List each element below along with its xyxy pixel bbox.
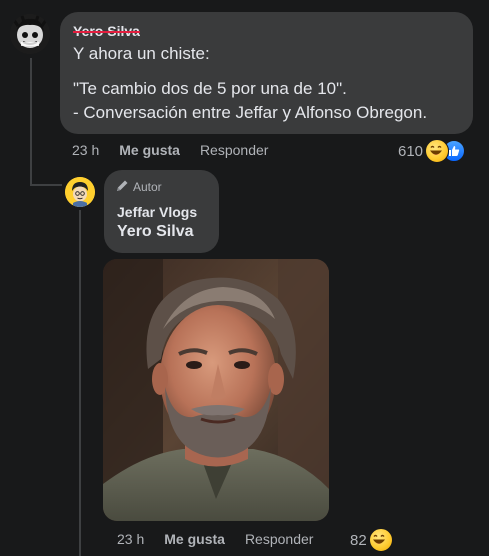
comment-bubble: Yero Silva Y ahora un chiste: "Te cambio… — [60, 12, 473, 134]
reply-author[interactable]: Jeffar Vlogs — [117, 203, 197, 221]
reply-like-button[interactable]: Me gusta — [164, 531, 225, 547]
reply-thread-line — [79, 210, 81, 556]
comment-text-line-1: Y ahora un chiste: — [73, 44, 210, 63]
author-badge-label: Autor — [133, 180, 162, 194]
laugh-emoji-icon — [368, 528, 393, 552]
comment-text-line-2: "Te cambio dos de 5 por una de 10". — [73, 79, 347, 98]
reply-timestamp[interactable]: 23 h — [117, 531, 144, 547]
comment-text-line-3: - Conversación entre Jeffar y Alfonso Ob… — [73, 103, 428, 122]
reply-bubble: Autor Jeffar Vlogs Yero Silva — [104, 170, 219, 253]
laugh-emoji-icon — [425, 139, 450, 163]
like-button[interactable]: Me gusta — [119, 142, 180, 158]
reply-button[interactable]: Responder — [200, 142, 269, 158]
commenter-avatar[interactable] — [10, 14, 50, 54]
reply-author-avatar[interactable] — [65, 177, 95, 207]
reply-image[interactable] — [103, 259, 329, 521]
reply-reactions[interactable]: 82 — [350, 528, 393, 552]
thread-line-curve — [30, 184, 62, 186]
reply-reply-button[interactable]: Responder — [245, 531, 314, 547]
thread-line-vertical — [30, 58, 32, 186]
reply-reaction-count: 82 — [350, 531, 367, 549]
comment-timestamp[interactable]: 23 h — [72, 142, 99, 158]
author-badge: Autor — [116, 179, 162, 195]
pencil-icon — [116, 179, 129, 195]
comment-reactions[interactable]: 610 — [398, 139, 466, 163]
reply-actions: 23 h Me gusta Responder — [117, 531, 313, 547]
comment-actions: 23 h Me gusta Responder — [72, 142, 268, 158]
comment-author[interactable]: Yero Silva — [73, 22, 140, 40]
reaction-count: 610 — [398, 142, 424, 160]
reply-mention[interactable]: Yero Silva — [117, 223, 194, 241]
